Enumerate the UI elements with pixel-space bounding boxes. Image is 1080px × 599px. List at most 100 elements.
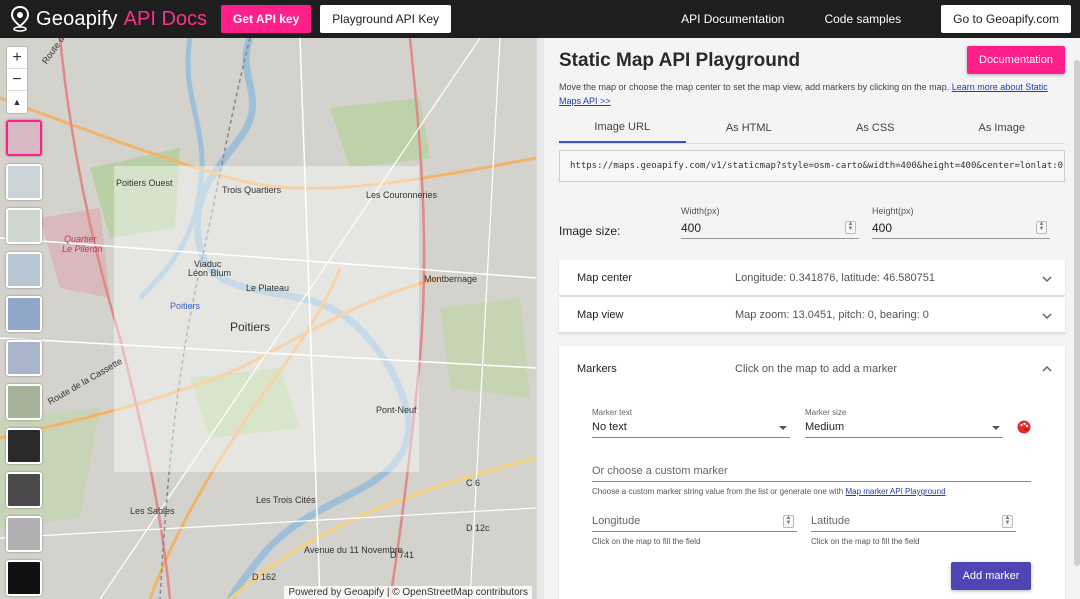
map-label: Poitiers Ouest	[116, 178, 173, 188]
static-map-frame	[114, 166, 419, 472]
nav-api-documentation[interactable]: API Documentation	[681, 12, 784, 26]
map-style-thumbnail[interactable]	[6, 516, 42, 552]
marker-playground-link[interactable]: Map marker API Playground	[845, 487, 945, 496]
map-style-thumbnail[interactable]	[6, 384, 42, 420]
tab-as-image[interactable]: As Image	[939, 112, 1066, 143]
latitude-input[interactable]: Latitude	[811, 515, 850, 527]
map-style-thumbnail[interactable]	[6, 296, 42, 332]
map-style-thumbnail[interactable]	[6, 164, 42, 200]
map-label: Léon Blum	[188, 268, 232, 278]
map-label: Les Couronneries	[366, 190, 438, 200]
color-palette-icon[interactable]	[1017, 420, 1031, 434]
tab-as-html[interactable]: As HTML	[686, 112, 813, 143]
map-style-thumbnail[interactable]	[6, 208, 42, 244]
longitude-hint: Click on the map to fill the field	[592, 537, 701, 546]
playground-panel: Static Map API Playground Documentation …	[536, 38, 1080, 599]
map-style-thumbnail[interactable]	[6, 560, 42, 596]
top-navigation-bar: Geoapify API Docs Get API key Playground…	[0, 0, 1080, 38]
dropdown-arrow-icon[interactable]	[779, 426, 787, 430]
map-view[interactable]: Poitiers Ouest Trois Quartiers Les Couro…	[0, 38, 536, 599]
map-attribution[interactable]: Powered by Geoapify | © OpenStreetMap co…	[284, 586, 532, 599]
zoom-out-button[interactable]: −	[7, 69, 27, 91]
marker-text-underline	[592, 437, 790, 438]
map-style-thumbnail[interactable]	[6, 472, 42, 508]
dropdown-arrow-icon[interactable]	[992, 426, 1000, 430]
location-pin-icon	[10, 6, 30, 32]
chevron-down-icon[interactable]	[1041, 273, 1053, 285]
documentation-button[interactable]: Documentation	[967, 46, 1065, 74]
map-view-value: Map zoom: 13.0451, pitch: 0, bearing: 0	[735, 309, 929, 321]
get-api-key-button[interactable]: Get API key	[221, 5, 312, 33]
custom-marker-hint: Choose a custom marker string value from…	[592, 487, 946, 496]
panel-resize-handle[interactable]	[536, 38, 544, 599]
tab-image-url[interactable]: Image URL	[559, 112, 686, 143]
map-label: Quartier	[64, 234, 97, 244]
map-center-section[interactable]: Map center Longitude: 0.341876, latitude…	[559, 260, 1065, 296]
zoom-in-button[interactable]: +	[7, 47, 27, 69]
latitude-stepper[interactable]: ▲ ▼	[1002, 515, 1013, 528]
map-style-thumbnail[interactable]	[6, 428, 42, 464]
panel-scrollbar[interactable]	[1074, 60, 1080, 566]
map-zoom-control: + − ▲	[6, 46, 28, 114]
image-url-field[interactable]: https://maps.geoapify.com/v1/staticmap?s…	[559, 150, 1065, 182]
map-style-thumbnail[interactable]	[6, 252, 42, 288]
custom-marker-hint-text: Choose a custom marker string value from…	[592, 487, 844, 496]
map-style-thumbnail[interactable]	[6, 340, 42, 376]
map-label: Le Pileron	[62, 244, 103, 254]
map-label: Poitiers	[230, 320, 271, 334]
width-underline	[681, 238, 859, 239]
nav-code-samples[interactable]: Code samples	[824, 12, 901, 26]
map-label: Les Sables	[130, 506, 175, 516]
map-label: Trois Quartiers	[222, 185, 282, 195]
map-view-label: Map view	[577, 309, 624, 321]
map-style-thumbnail[interactable]	[6, 120, 42, 156]
map-label: D 12c	[466, 523, 490, 533]
height-stepper[interactable]: ▲ ▼	[1036, 221, 1047, 234]
marker-size-caption: Marker size	[805, 408, 847, 417]
map-label: Montbernage	[424, 274, 478, 284]
page-title: Static Map API Playground	[559, 50, 801, 71]
map-label: Avenue du 11 Novembre	[304, 545, 403, 555]
latitude-underline	[811, 531, 1016, 532]
markers-hint: Click on the map to add a marker	[735, 363, 898, 375]
description-text: Move the map or choose the map center to…	[559, 82, 950, 92]
brand-accent: API Docs	[123, 7, 208, 30]
playground-api-key-button[interactable]: Playground API Key	[320, 5, 452, 33]
map-label: Poitiers	[170, 301, 201, 311]
marker-size-underline	[805, 437, 1003, 438]
geoapify-logo[interactable]: Geoapify API Docs	[10, 0, 207, 38]
latitude-hint: Click on the map to fill the field	[811, 537, 920, 546]
height-caption: Height(px)	[872, 206, 914, 216]
width-stepper[interactable]: ▲ ▼	[845, 221, 856, 234]
panel-description: Move the map or choose the map center to…	[559, 80, 1059, 108]
longitude-stepper[interactable]: ▲ ▼	[783, 515, 794, 528]
map-style-selector	[6, 120, 42, 599]
map-center-value: Longitude: 0.341876, latitude: 46.580751	[735, 272, 936, 284]
output-tabs: Image URL As HTML As CSS As Image	[559, 112, 1065, 144]
width-caption: Width(px)	[681, 206, 720, 216]
map-label: Le Plateau	[246, 283, 290, 293]
map-label: C 6	[466, 478, 481, 488]
marker-text-select[interactable]: No text	[592, 421, 627, 433]
markers-label: Markers	[577, 363, 617, 375]
map-label: Les Trois Cités	[256, 495, 316, 505]
height-input[interactable]: 400	[872, 221, 892, 235]
height-underline	[872, 238, 1050, 239]
go-to-geoapify-button[interactable]: Go to Geoapify.com	[941, 5, 1071, 33]
custom-marker-input[interactable]: Or choose a custom marker	[592, 465, 728, 477]
width-input[interactable]: 400	[681, 221, 701, 235]
marker-size-select[interactable]: Medium	[805, 421, 844, 433]
chevron-up-icon[interactable]	[1041, 363, 1053, 375]
custom-marker-underline	[592, 481, 1031, 482]
image-size-label: Image size:	[559, 224, 621, 238]
map-view-section[interactable]: Map view Map zoom: 13.0451, pitch: 0, be…	[559, 297, 1065, 333]
marker-text-caption: Marker text	[592, 408, 633, 417]
map-center-label: Map center	[577, 272, 633, 284]
map-label: D 162	[252, 572, 277, 582]
tab-as-css[interactable]: As CSS	[812, 112, 939, 143]
add-marker-button[interactable]: Add marker	[951, 562, 1031, 590]
brand-name: Geoapify	[36, 7, 118, 30]
chevron-down-icon[interactable]	[1041, 310, 1053, 322]
longitude-input[interactable]: Longitude	[592, 515, 640, 527]
compass-reset-button[interactable]: ▲	[7, 91, 27, 113]
